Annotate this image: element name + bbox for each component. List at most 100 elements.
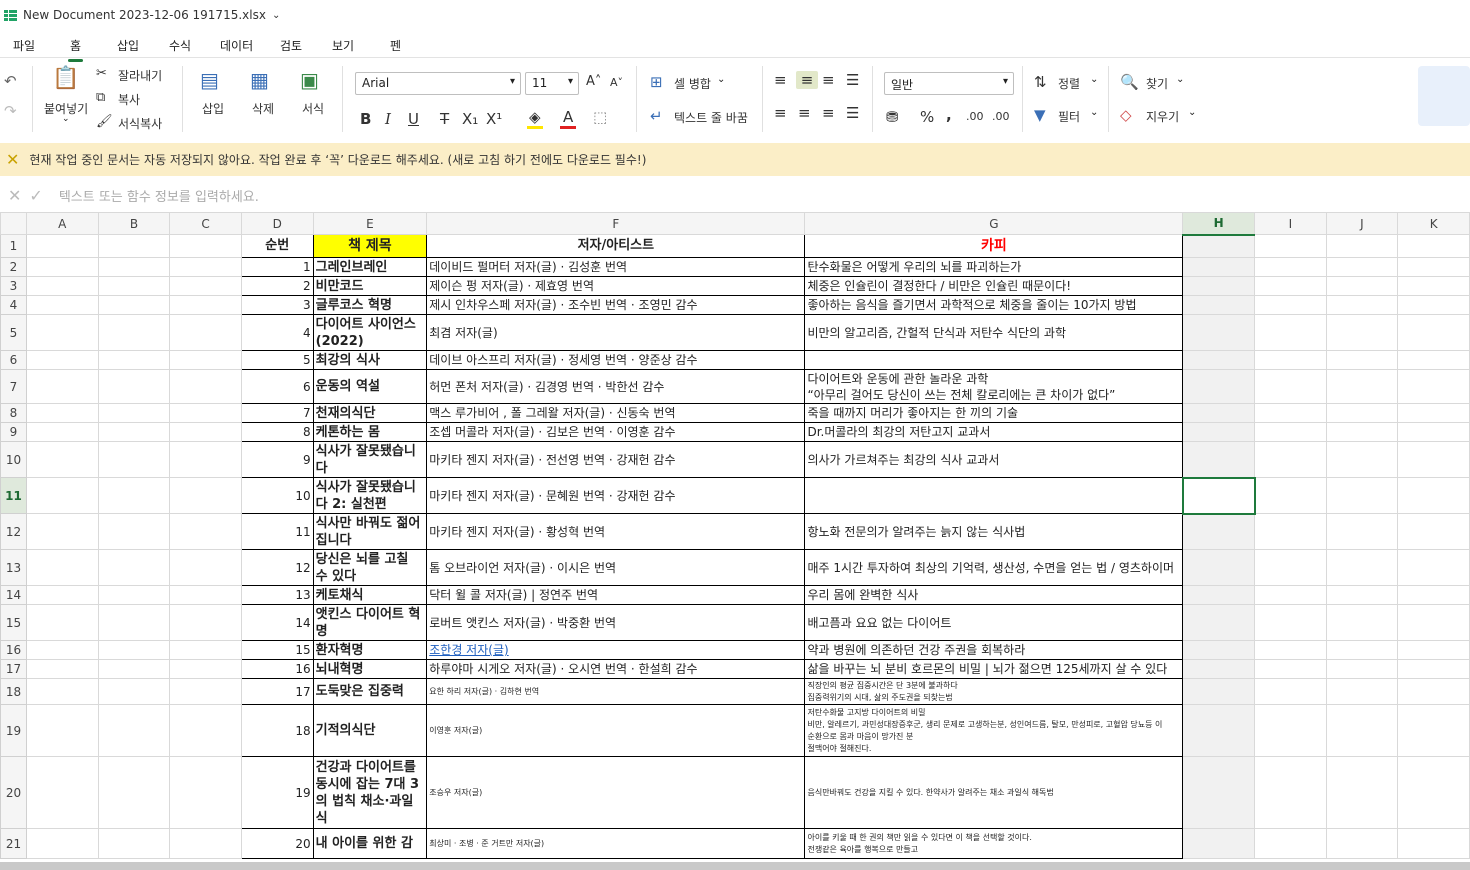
author-cell[interactable]: 조승우 저자(글) — [426, 756, 806, 829]
cell[interactable] — [97, 441, 171, 478]
cell[interactable] — [169, 403, 242, 423]
undo-icon[interactable]: ↶ — [4, 72, 17, 90]
author-cell[interactable]: 로버트 앳킨스 저자(글) · 박중환 번역 — [426, 604, 806, 641]
copy-cell[interactable]: 매주 1시간 투자하여 최상의 기억력, 생산성, 수면을 얻는 법 / 영츠하… — [804, 549, 1184, 586]
tab-insert[interactable]: 삽입 — [117, 37, 139, 54]
cell[interactable] — [1254, 604, 1327, 641]
cell[interactable] — [1182, 678, 1256, 705]
author-cell[interactable]: 닥터 윌 콜 저자(글) | 정연주 번역 — [426, 585, 806, 605]
clipboard-icon[interactable]: 📋 — [52, 66, 79, 91]
num-cell[interactable]: 9 — [240, 441, 314, 478]
cell[interactable] — [97, 585, 171, 605]
chevron-down-icon[interactable]: ⌄ — [717, 74, 725, 85]
redo-icon[interactable]: ↷ — [4, 102, 17, 120]
author-cell[interactable]: 마키타 젠지 저자(글) · 전선영 번역 · 강재헌 감수 — [426, 441, 806, 478]
num-cell[interactable]: 12 — [240, 549, 314, 586]
cell[interactable] — [1182, 659, 1256, 679]
copy-cell[interactable]: 아이를 키울 때 한 권의 책만 읽을 수 있다면 이 책을 선택할 것이다. … — [804, 828, 1184, 859]
copy-cell[interactable]: 죽을 때까지 머리가 좋아지는 한 끼의 기술 — [804, 403, 1184, 423]
cell[interactable] — [169, 828, 242, 859]
chevron-down-icon[interactable]: ⌄ — [62, 114, 70, 124]
cell[interactable] — [1254, 477, 1327, 514]
cell[interactable] — [1182, 549, 1256, 586]
num-cell[interactable]: 13 — [240, 585, 314, 605]
chevron-down-icon[interactable]: ⌄ — [1188, 107, 1196, 118]
wrap-text-button[interactable]: 텍스트 줄 바꿈 — [674, 109, 748, 126]
author-cell[interactable]: 맥스 루가비어 , 폴 그레왈 저자(글) · 신동숙 번역 — [426, 403, 806, 423]
cell[interactable] — [25, 704, 99, 757]
cell[interactable] — [169, 422, 242, 442]
cell[interactable] — [1254, 678, 1327, 705]
cell[interactable] — [1397, 477, 1470, 514]
copy-cell[interactable]: 삶을 바꾸는 뇌 분비 호르몬의 비밀 | 뇌가 젊으면 125세까지 살 수 … — [804, 659, 1184, 679]
cell[interactable] — [169, 295, 242, 315]
title-cell[interactable]: 당신은 뇌를 고칠 수 있다 — [312, 549, 428, 586]
cell[interactable] — [1182, 704, 1256, 757]
fill-color-icon[interactable]: ◈ — [527, 108, 543, 129]
increase-decimal-icon[interactable]: .00 — [966, 110, 984, 123]
cell[interactable] — [97, 659, 171, 679]
cell[interactable] — [25, 828, 99, 859]
column-header[interactable]: J — [1325, 212, 1399, 235]
cell[interactable] — [1325, 350, 1399, 370]
row-header[interactable]: 7 — [0, 369, 27, 404]
row-header[interactable]: 4 — [0, 295, 27, 315]
cell[interactable] — [1397, 585, 1470, 605]
cell[interactable] — [97, 369, 171, 404]
column-header[interactable]: K — [1397, 212, 1470, 235]
wrap-text-icon[interactable]: ↵ — [650, 107, 663, 125]
cell[interactable] — [1325, 828, 1399, 859]
cell[interactable] — [1397, 403, 1470, 423]
cell[interactable] — [25, 549, 99, 586]
cell[interactable] — [1182, 513, 1256, 550]
cell[interactable] — [1325, 640, 1399, 660]
cell[interactable] — [1254, 350, 1327, 370]
title-cell[interactable]: 식사만 바꿔도 젊어집니다 — [312, 513, 428, 550]
tab-view[interactable]: 보기 — [332, 37, 354, 54]
cell[interactable] — [1325, 422, 1399, 442]
num-cell[interactable]: 17 — [240, 678, 314, 705]
copy-cell[interactable]: 항노화 전문의가 알려주는 늙지 않는 식사법 — [804, 513, 1184, 550]
cell[interactable] — [97, 422, 171, 442]
cell[interactable] — [1325, 585, 1399, 605]
column-header[interactable]: E — [312, 212, 428, 235]
tab-formulas[interactable]: 수식 — [169, 37, 191, 54]
copy-cell[interactable] — [804, 350, 1184, 370]
cell[interactable] — [25, 369, 99, 404]
increase-font-icon[interactable]: A˄ — [586, 74, 601, 89]
num-cell[interactable]: 16 — [240, 659, 314, 679]
cell[interactable] — [97, 276, 171, 296]
cell[interactable] — [1325, 659, 1399, 679]
author-cell[interactable]: 하루야마 시게오 저자(글) · 오시연 번역 · 한설희 감수 — [426, 659, 806, 679]
cell[interactable] — [1397, 257, 1470, 277]
copy-cell[interactable]: 배고픔과 요요 없는 다이어트 — [804, 604, 1184, 641]
copy-cell[interactable]: Dr.머콜라의 최강의 저탄고지 교과서 — [804, 422, 1184, 442]
author-cell[interactable]: 데이비드 펄머터 저자(글) · 김성훈 번역 — [426, 257, 806, 277]
cell[interactable] — [1254, 828, 1327, 859]
cell[interactable] — [169, 234, 242, 258]
cell[interactable] — [1182, 828, 1256, 859]
cell[interactable] — [1397, 640, 1470, 660]
num-cell[interactable]: 3 — [240, 295, 314, 315]
row-header[interactable]: 18 — [0, 678, 27, 705]
spreadsheet-grid[interactable]: A B C D E F G H I J K 1 순번 책 제목 저자/아티스트 — [0, 212, 1470, 870]
num-cell[interactable]: 11 — [240, 513, 314, 550]
author-cell[interactable]: 제이슨 펑 저자(글) · 제효영 번역 — [426, 276, 806, 296]
close-icon[interactable]: ✕ — [6, 150, 19, 169]
cell[interactable] — [1397, 314, 1470, 351]
cell[interactable] — [1254, 295, 1327, 315]
cell[interactable] — [25, 403, 99, 423]
align-bottom-icon[interactable]: ≡ — [822, 71, 835, 89]
cell[interactable] — [169, 276, 242, 296]
cell[interactable] — [25, 276, 99, 296]
cell[interactable] — [1325, 441, 1399, 478]
row-header[interactable]: 12 — [0, 513, 27, 550]
copy-cell[interactable]: 저탄수화물 고지방 다이어트의 비밀 비만, 알레르기, 과민성대장증후군, 생… — [804, 704, 1184, 757]
title-cell[interactable]: 내 아이를 위한 감 — [312, 828, 428, 859]
copy-cell[interactable]: 비만의 알고리즘, 간헐적 단식과 저탄수 식단의 과학 — [804, 314, 1184, 351]
cell[interactable] — [25, 234, 99, 258]
cell[interactable] — [25, 585, 99, 605]
title-cell[interactable]: 그레인브레인 — [312, 257, 428, 277]
cell[interactable] — [1182, 276, 1256, 296]
header-title-cell[interactable]: 책 제목 — [312, 234, 428, 258]
